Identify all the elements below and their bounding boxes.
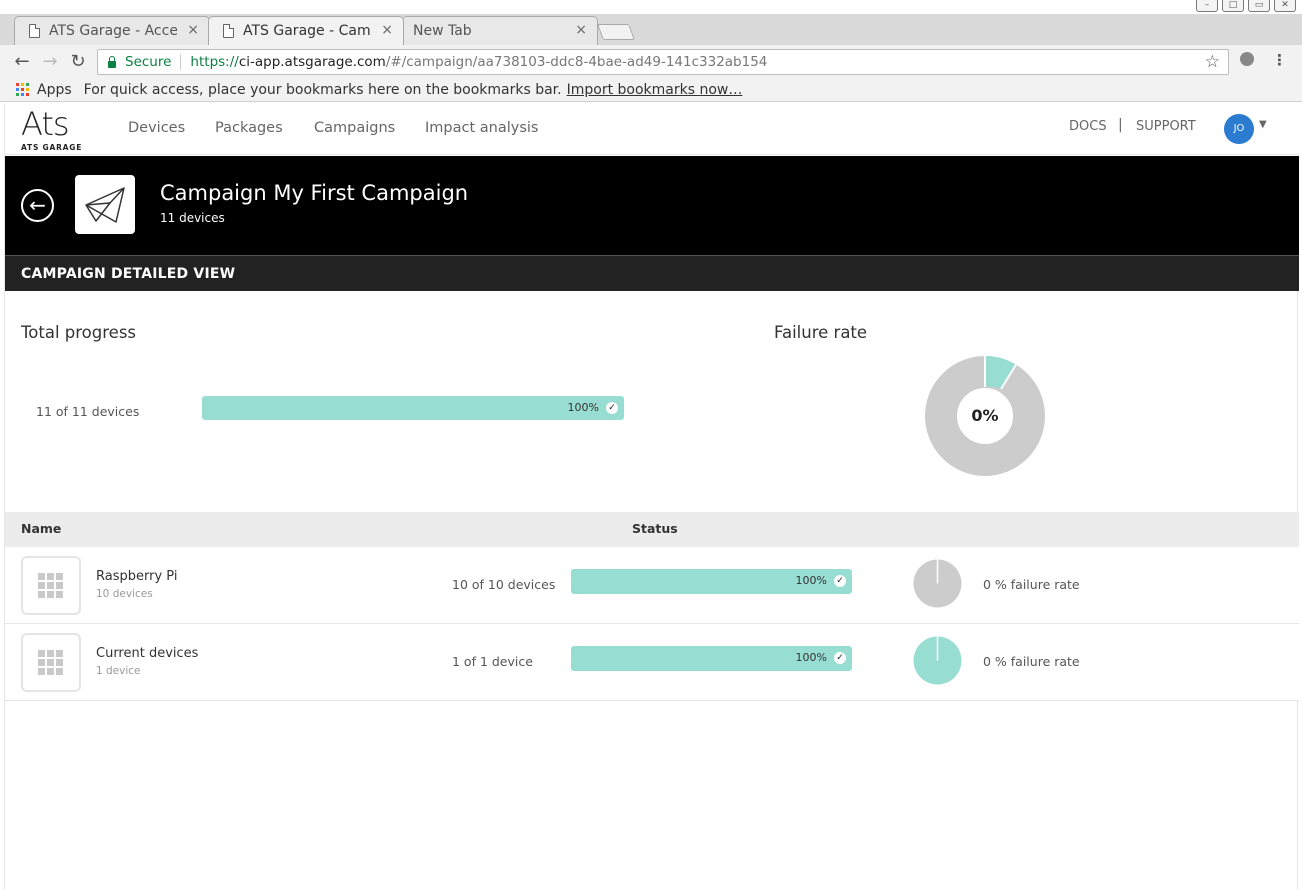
- column-header-status[interactable]: Status: [632, 521, 678, 536]
- failure-rate-value: 0%: [971, 406, 999, 425]
- back-button[interactable]: ←: [21, 189, 54, 222]
- import-bookmarks-link[interactable]: Import bookmarks now…: [567, 82, 743, 98]
- row-progress-bar: 100% ✓: [571, 569, 852, 594]
- close-tab-icon[interactable]: ×: [381, 22, 393, 38]
- ats-logo[interactable]: Ats ATS GARAGE: [21, 107, 83, 152]
- bookmark-star-icon[interactable]: ☆: [1205, 52, 1220, 72]
- paper-plane-icon: [85, 186, 125, 223]
- close-tab-icon[interactable]: ×: [575, 22, 587, 38]
- column-header-name[interactable]: Name: [21, 521, 61, 536]
- nav-packages[interactable]: Packages: [215, 120, 283, 136]
- url-path: /#/campaign/aa738103-ddc8-4bae-ad49-141c…: [385, 54, 768, 70]
- row-failure-rate: 0 % failure rate: [983, 577, 1080, 592]
- tab-title: New Tab: [413, 23, 472, 39]
- table-row[interactable]: Raspberry Pi 10 devices 10 of 10 devices…: [5, 547, 1299, 624]
- campaign-device-count: 11 devices: [160, 211, 225, 225]
- apps-shortcut[interactable]: Apps: [37, 82, 72, 98]
- browser-toolbar: ← → ↻ Secure https:// ci-app.atsgarage.c…: [0, 45, 1302, 78]
- progress-percent: 100%: [795, 574, 827, 587]
- bookmarks-bar: Apps For quick access, place your bookma…: [0, 78, 1302, 102]
- arrow-left-icon: ←: [29, 193, 46, 217]
- back-arrow-icon[interactable]: ←: [8, 51, 36, 72]
- page-icon: [29, 24, 40, 38]
- reload-icon[interactable]: ↻: [64, 51, 92, 72]
- row-name: Raspberry Pi: [96, 569, 178, 584]
- url-host: ci-app.atsgarage.com: [238, 54, 386, 70]
- nav-impact-analysis[interactable]: Impact analysis: [425, 120, 538, 136]
- progress-fill: [202, 396, 624, 420]
- restore-icon[interactable]: ▭: [1248, 0, 1270, 12]
- support-link[interactable]: SUPPORT: [1136, 119, 1196, 134]
- total-device-count: 11 of 11 devices: [36, 404, 140, 419]
- bookmarks-hint: For quick access, place your bookmarks h…: [83, 81, 562, 98]
- check-icon: ✓: [834, 652, 846, 664]
- row-progress-count: 1 of 1 device: [452, 654, 533, 669]
- device-group-icon: [21, 633, 81, 692]
- total-progress-bar: 100% ✓: [202, 396, 624, 420]
- campaign-header: ← Campaign My First Campaign 11 devices: [5, 156, 1299, 255]
- forward-arrow-icon[interactable]: →: [36, 51, 64, 72]
- row-failure-pie: [913, 559, 962, 608]
- table-row[interactable]: Current devices 1 device 1 of 1 device 1…: [5, 624, 1299, 701]
- extension-icon[interactable]: [1240, 52, 1254, 66]
- app-frame: Ats ATS GARAGE Devices Packages Campaign…: [4, 103, 1299, 890]
- row-device-count: 1 device: [96, 665, 141, 677]
- check-icon: ✓: [606, 402, 618, 414]
- url-scheme: https://: [190, 54, 239, 70]
- row-device-count: 10 devices: [96, 588, 153, 600]
- row-progress-bar: 100% ✓: [571, 646, 852, 671]
- address-bar[interactable]: Secure https:// ci-app.atsgarage.com /#/…: [97, 49, 1229, 75]
- address-divider: [180, 54, 182, 70]
- page-title: Campaign My First Campaign: [160, 181, 469, 205]
- browser-tab[interactable]: New Tab ×: [402, 16, 598, 45]
- table-header: Name Status: [5, 512, 1299, 547]
- logo-subtitle: ATS GARAGE: [21, 143, 83, 152]
- campaign-icon: [75, 175, 135, 234]
- window-titlebar: – □ ▭ ✕: [0, 0, 1302, 14]
- new-tab-button[interactable]: [597, 24, 635, 40]
- nav-campaigns[interactable]: Campaigns: [314, 120, 395, 136]
- row-name: Current devices: [96, 646, 199, 661]
- failure-rate-donut: 0%: [925, 355, 1045, 476]
- avatar[interactable]: JO: [1224, 114, 1254, 144]
- docs-link[interactable]: DOCS: [1069, 119, 1107, 134]
- maximize-icon[interactable]: □: [1222, 0, 1244, 12]
- pie-chart: [913, 559, 962, 608]
- close-tab-icon[interactable]: ×: [187, 22, 199, 38]
- tab-strip: ATS Garage - Access × ATS Garage - Campa…: [0, 14, 1302, 45]
- total-progress-title: Total progress: [21, 323, 137, 342]
- minimize-icon[interactable]: –: [1196, 0, 1218, 12]
- row-progress-count: 10 of 10 devices: [452, 577, 556, 592]
- nav-devices[interactable]: Devices: [128, 120, 185, 136]
- row-failure-pie: [913, 636, 962, 685]
- section-title: CAMPAIGN DETAILED VIEW: [21, 266, 236, 282]
- chevron-down-icon[interactable]: ▼: [1259, 119, 1267, 130]
- failure-rate-title: Failure rate: [774, 323, 868, 342]
- row-failure-rate: 0 % failure rate: [983, 654, 1080, 669]
- nav-divider: |: [1118, 117, 1123, 133]
- progress-percent: 100%: [567, 401, 599, 414]
- browser-tab[interactable]: ATS Garage - Access ×: [14, 16, 210, 45]
- lock-icon: [108, 55, 116, 68]
- detail-section-bar: CAMPAIGN DETAILED VIEW: [5, 255, 1299, 291]
- check-icon: ✓: [834, 575, 846, 587]
- tab-title: ATS Garage - Campaign: [243, 23, 371, 39]
- page-icon: [223, 24, 234, 38]
- app-navbar: Ats ATS GARAGE Devices Packages Campaign…: [5, 103, 1299, 155]
- window-controls: – □ ▭ ✕: [1196, 0, 1296, 12]
- apps-grid-icon[interactable]: [16, 83, 29, 96]
- close-window-icon[interactable]: ✕: [1274, 0, 1296, 12]
- progress-percent: 100%: [795, 651, 827, 664]
- logo-wordmark: Ats: [21, 105, 70, 143]
- pie-chart: [913, 636, 962, 685]
- browser-tab-active[interactable]: ATS Garage - Campaign ×: [208, 16, 404, 45]
- tab-title: ATS Garage - Access: [49, 23, 177, 39]
- device-group-icon: [21, 556, 81, 615]
- secure-label: Secure: [125, 54, 172, 70]
- browser-menu-icon[interactable]: ⋮: [1272, 51, 1287, 69]
